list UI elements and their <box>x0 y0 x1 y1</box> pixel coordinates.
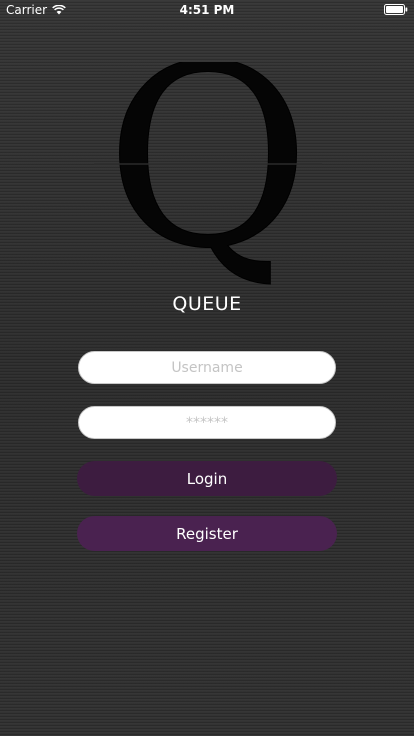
queue-logo-icon: Q <box>94 62 322 304</box>
register-button[interactable]: Register <box>77 516 337 551</box>
status-bar: Carrier 4:51 PM <box>0 0 414 20</box>
battery-icon <box>384 4 408 15</box>
app-title: QUEUE <box>172 293 242 315</box>
login-button[interactable]: Login <box>77 461 337 496</box>
password-input[interactable] <box>78 406 336 439</box>
username-input[interactable] <box>78 351 336 384</box>
status-time: 4:51 PM <box>179 3 235 17</box>
logo-letter: Q <box>106 62 311 303</box>
